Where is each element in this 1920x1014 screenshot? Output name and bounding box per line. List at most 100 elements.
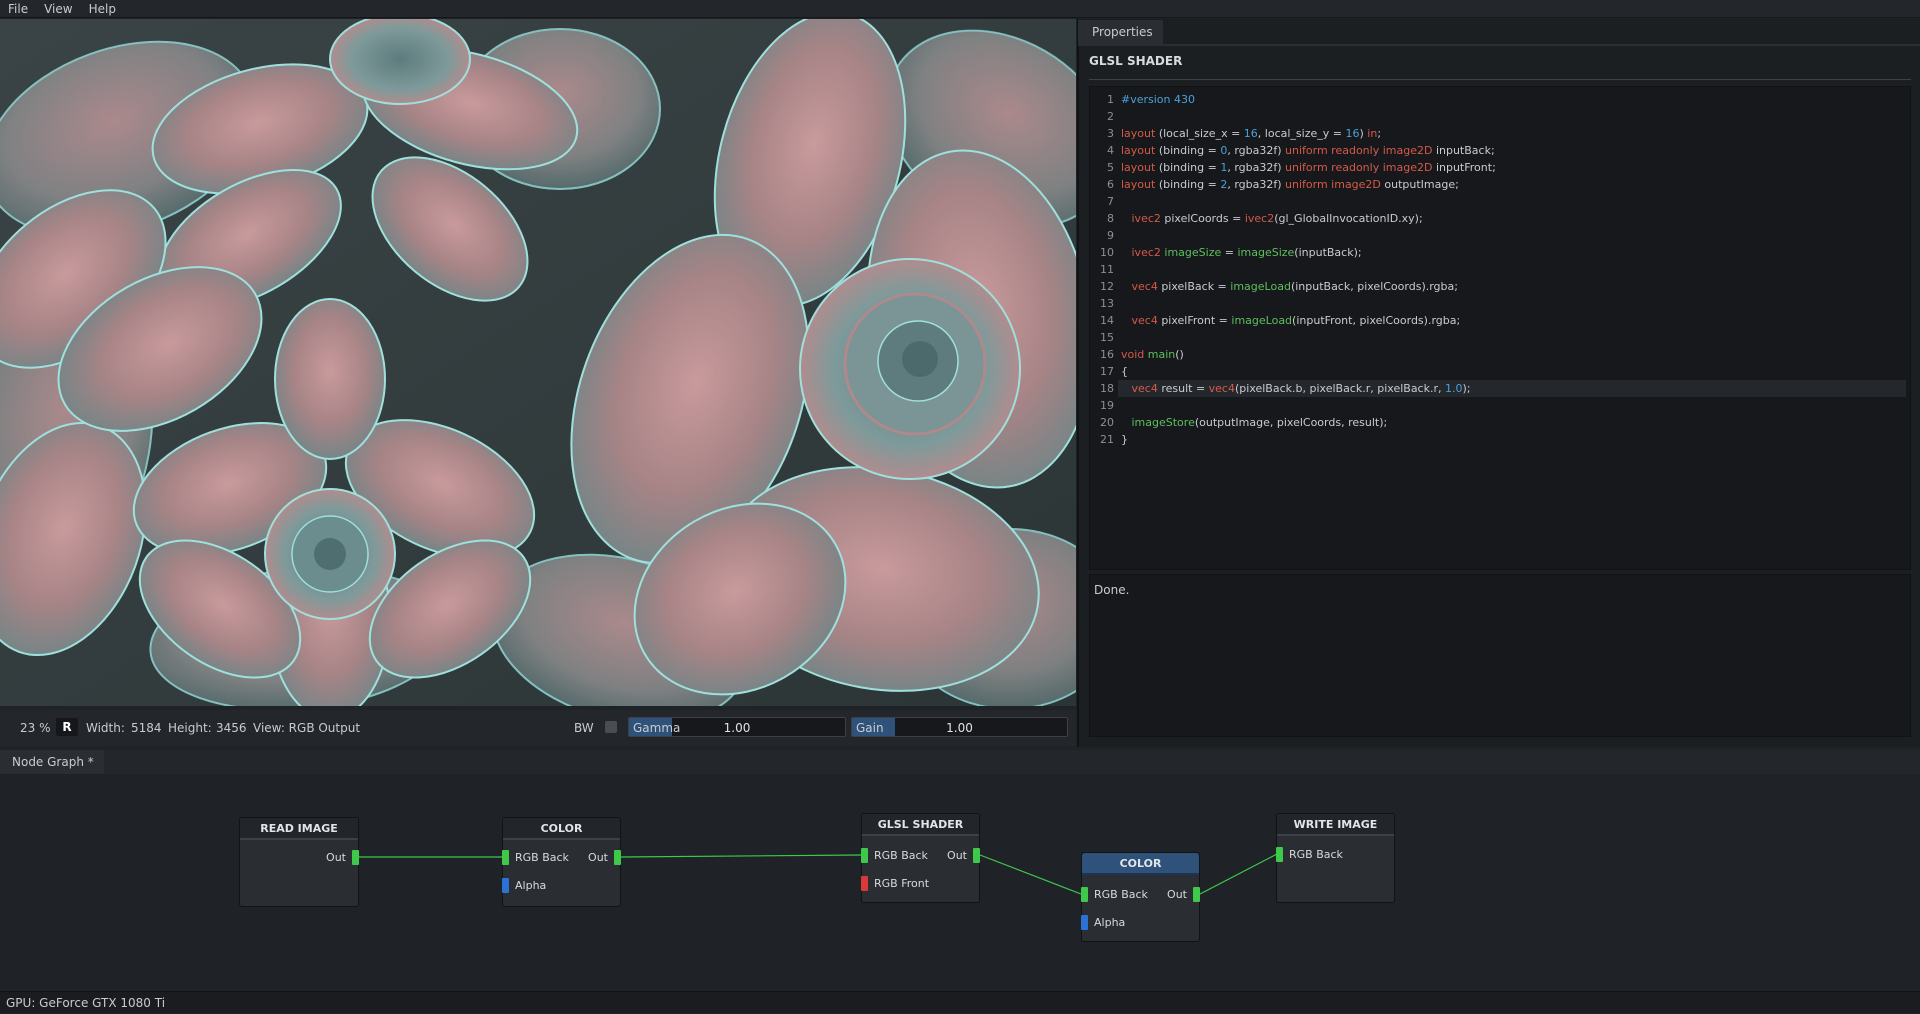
line-number: 17 (1100, 365, 1114, 378)
color-out-label: Out (588, 851, 608, 864)
menu-file[interactable]: File (0, 2, 36, 16)
write-image-rgb-back-port[interactable] (1276, 847, 1283, 862)
code-line[interactable]: vec4 pixelFront = imageLoad(inputFront, … (1118, 312, 1906, 329)
code-token: imageSize (1164, 246, 1222, 259)
bw-checkbox[interactable] (605, 721, 617, 733)
menu-help[interactable]: Help (81, 2, 124, 16)
color-rgb-back-label: RGB Back (515, 851, 569, 864)
code-line[interactable]: layout (binding = 2, rgba32f) uniform im… (1118, 176, 1906, 193)
glsl-rgb-back-port[interactable] (861, 848, 868, 863)
code-line[interactable]: vec4 pixelBack = imageLoad(inputBack, pi… (1118, 278, 1906, 295)
code-token: main (1147, 348, 1176, 361)
code-token: , rgba32f) (1227, 144, 1286, 157)
code-line[interactable]: vec4 result = vec4(pixelBack.b, pixelBac… (1118, 380, 1906, 397)
width-value: 5184 (131, 721, 162, 735)
color2-out-port[interactable] (1193, 887, 1200, 902)
node-color-selected[interactable]: COLOR RGB Back Out Alpha (1081, 852, 1200, 942)
code-text-area[interactable]: #version 430 layout (local_size_x = 16, l… (1118, 87, 1910, 569)
line-number: 10 (1100, 246, 1114, 259)
code-token: = (1221, 246, 1238, 259)
line-number: 13 (1100, 297, 1114, 310)
code-token: (inputBack); (1294, 246, 1362, 259)
code-line[interactable]: } (1118, 431, 1906, 448)
gain-slider[interactable]: Gain 1.00 (851, 717, 1068, 737)
code-token: , rgba32f) (1227, 178, 1286, 191)
color-out-port[interactable] (614, 850, 621, 865)
code-token: ; (1377, 127, 1382, 140)
code-token: in (1367, 127, 1378, 140)
line-number: 14 (1100, 314, 1114, 327)
code-line[interactable] (1118, 397, 1906, 414)
read-image-out-label: Out (326, 851, 346, 864)
menu-view[interactable]: View (36, 2, 80, 16)
code-token: pixelFront = (1157, 314, 1232, 327)
console-message: Done. (1094, 583, 1130, 597)
code-token: result = (1157, 382, 1209, 395)
tab-node-graph[interactable]: Node Graph * (0, 750, 104, 774)
line-number: 21 (1100, 433, 1114, 446)
code-token: (local_size_x = (1155, 127, 1244, 140)
code-line[interactable]: void main() (1118, 346, 1906, 363)
link-color2-to-write (1199, 853, 1278, 895)
node-read-image[interactable]: READ IMAGE Out (239, 817, 359, 907)
color2-rgb-back-port[interactable] (1081, 887, 1088, 902)
tab-properties[interactable]: Properties (1078, 20, 1163, 44)
code-token: outputImage; (1380, 178, 1459, 191)
code-line[interactable] (1118, 329, 1906, 346)
code-line[interactable]: layout (binding = 1, rgba32f) uniform re… (1118, 159, 1906, 176)
line-number: 2 (1107, 110, 1114, 123)
code-token: (gl_GlobalInvocationID.xy); (1274, 212, 1423, 225)
color-rgb-back-port[interactable] (502, 850, 509, 865)
line-number: 5 (1107, 161, 1114, 174)
code-token: (binding = (1155, 178, 1221, 191)
glsl-out-port[interactable] (973, 848, 980, 863)
code-line[interactable]: layout (binding = 0, rgba32f) uniform re… (1118, 142, 1906, 159)
code-line[interactable]: ivec2 pixelCoords = ivec2(gl_GlobalInvoc… (1118, 210, 1906, 227)
code-line[interactable] (1118, 295, 1906, 312)
write-image-rgb-back-label: RGB Back (1289, 848, 1343, 861)
node-graph-canvas[interactable]: READ IMAGE Out COLOR RGB Back Out Alpha … (0, 774, 1920, 990)
node-color[interactable]: COLOR RGB Back Out Alpha (502, 817, 621, 907)
node-write-image[interactable]: WRITE IMAGE RGB Back (1276, 813, 1395, 903)
menu-bar: File View Help (0, 0, 1920, 18)
code-line[interactable] (1118, 261, 1906, 278)
code-line[interactable]: { (1118, 363, 1906, 380)
image-viewer[interactable] (0, 19, 1076, 706)
code-line[interactable]: imageStore(outputImage, pixelCoords, res… (1118, 414, 1906, 431)
code-line[interactable] (1118, 227, 1906, 244)
line-number: 20 (1100, 416, 1114, 429)
tabbar-divider (1078, 44, 1920, 46)
color2-alpha-port[interactable] (1081, 915, 1088, 930)
glsl-rgb-front-port[interactable] (861, 876, 868, 891)
node-glsl-shader-title: GLSL SHADER (862, 814, 979, 836)
code-line[interactable]: ivec2 imageSize = imageSize(inputBack); (1118, 244, 1906, 261)
color-alpha-port[interactable] (502, 878, 509, 893)
code-line[interactable]: layout (local_size_x = 16, local_size_y … (1118, 125, 1906, 142)
red-channel-button[interactable]: R (56, 718, 78, 736)
code-token: uniform readonly image2D (1285, 161, 1433, 174)
viewer-toolbar: 23 % R Width: 5184 Height: 3456 View: RG… (0, 710, 1076, 746)
node-glsl-shader[interactable]: GLSL SHADER RGB Back Out RGB Front (861, 813, 980, 903)
code-token: layout (1121, 178, 1156, 191)
code-line[interactable] (1118, 108, 1906, 125)
line-number: 6 (1107, 178, 1114, 191)
code-token: vec4 (1131, 314, 1158, 327)
code-token: ivec2 (1131, 246, 1161, 259)
code-line[interactable] (1118, 193, 1906, 210)
line-number: 15 (1100, 331, 1114, 344)
code-token: (pixelBack.b, pixelBack.r, pixelBack.r, (1234, 382, 1445, 395)
code-token: layout (1121, 161, 1156, 174)
gamma-slider-value: 1.00 (723, 721, 751, 735)
glsl-rgb-front-label: RGB Front (874, 877, 930, 890)
code-token: ); (1462, 382, 1471, 395)
code-token: ivec2 (1244, 212, 1275, 225)
gamma-slider[interactable]: Gamma 1.00 (628, 717, 846, 737)
code-token: uniform image2D (1285, 178, 1381, 191)
shader-code-editor[interactable]: 1 2 3 4 5 6 7 8 9 10 11 12 13 14 15 16 17 18 19 20 21 #versi… (1089, 86, 1911, 570)
code-token: (inputFront, pixelCoords).rgba; (1292, 314, 1461, 327)
read-image-out-port[interactable] (352, 850, 359, 865)
code-line[interactable]: #version 430 (1118, 91, 1906, 108)
